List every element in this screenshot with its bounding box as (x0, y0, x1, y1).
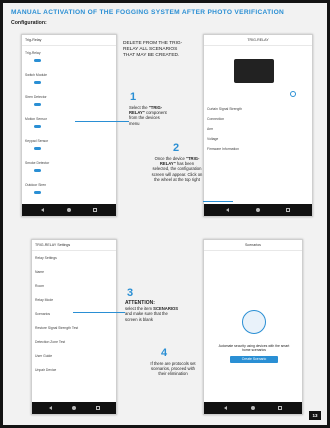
create-scenario-button[interactable]: Create Scenario (230, 356, 278, 363)
setting-row[interactable]: Curtain Signal Strength (207, 107, 309, 114)
phone-device-detail: TRIG-RELAY Curtain Signal Strength Connec… (203, 34, 313, 217)
setting-row[interactable]: User Guide (35, 354, 113, 361)
setting-row[interactable]: Switch Module (25, 73, 113, 80)
relay-device-image (234, 59, 274, 83)
android-nav-c (32, 402, 116, 414)
android-nav (22, 204, 116, 216)
step1-text: Select the "TRIG-RELAY" component from t… (129, 105, 167, 126)
page-number: 13 (309, 411, 321, 420)
setting-row[interactable]: Connection (207, 117, 309, 124)
setting-row[interactable]: Scenarios (35, 312, 113, 319)
phone-settings: TRIG-RELAY Settings Relay Settings Name Ro… (31, 239, 117, 415)
manual-page: MANUAL ACTIVATION OF THE FOGGING SYSTEM … (3, 3, 327, 425)
step4-number: 4 (161, 347, 168, 359)
setting-row[interactable]: Room (35, 284, 113, 291)
step2-text: Once the device "TRIG-RELAY" has been se… (151, 156, 203, 182)
toggle-icon[interactable] (34, 81, 41, 84)
toggle-icon[interactable] (34, 125, 41, 128)
toggle-icon[interactable] (34, 169, 41, 172)
setting-row[interactable]: Firmware Information (207, 147, 309, 154)
toggle-icon[interactable] (34, 103, 41, 106)
setting-row[interactable]: Unpair Device (35, 368, 113, 375)
step3-text: ATTENTION: select the item SCENARIOS and … (125, 300, 179, 322)
setting-row[interactable]: Relay Settings (35, 256, 113, 263)
setting-row[interactable]: Arm (207, 127, 309, 134)
setting-row[interactable]: Trig-Relay (25, 51, 113, 58)
step3-connector (73, 312, 125, 313)
phone-scenarios: Scenarios Automate security using device… (203, 239, 303, 415)
setting-row[interactable]: Siren Detector (25, 95, 113, 102)
phone-device-list: Trig-Relay Trig-Relay Switch Module Siren … (21, 34, 117, 217)
scenarios-empty-text: Automate security using devices with the… (218, 344, 290, 353)
page-subtitle: Configuration: (11, 20, 47, 26)
setting-row[interactable]: Name (35, 270, 113, 277)
toggle-icon[interactable] (34, 147, 41, 150)
android-nav-b (204, 204, 312, 216)
setting-row[interactable]: Smoke Detector (25, 161, 113, 168)
toggle-icon[interactable] (34, 59, 41, 62)
scenario-icon (242, 310, 266, 334)
phone-a-title: Trig-Relay (22, 35, 116, 46)
setting-row[interactable]: Voltage (207, 137, 309, 144)
setting-row[interactable]: Detection Zone Test (35, 340, 113, 347)
phone-c-title: TRIG-RELAY Settings (32, 240, 116, 251)
setting-row[interactable]: Keypad Sensor (25, 139, 113, 146)
step0-text: DELETE FROM THE TRIG-RELAY ALL SCENARIOS… (123, 41, 183, 58)
android-nav-d (204, 402, 302, 414)
setting-row[interactable]: Outdoor Siren (25, 183, 113, 190)
toggle-icon[interactable] (34, 191, 41, 194)
page-title: MANUAL ACTIVATION OF THE FOGGING SYSTEM … (11, 9, 285, 16)
step2-connector (203, 201, 233, 202)
step1-number: 1 (130, 91, 137, 103)
step1-connector (75, 121, 129, 122)
step4-text: If there are protocols set scenarios, pr… (150, 361, 196, 377)
phone-d-title: Scenarios (204, 240, 302, 251)
phone-b-title: TRIG-RELAY (204, 35, 312, 46)
setting-row[interactable]: Restore Signal Strength Test (35, 326, 113, 333)
setting-row[interactable]: Relay Mode (35, 298, 113, 305)
step3-number: 3 (127, 287, 134, 299)
step2-number: 2 (173, 142, 180, 154)
gear-icon[interactable] (290, 91, 296, 97)
